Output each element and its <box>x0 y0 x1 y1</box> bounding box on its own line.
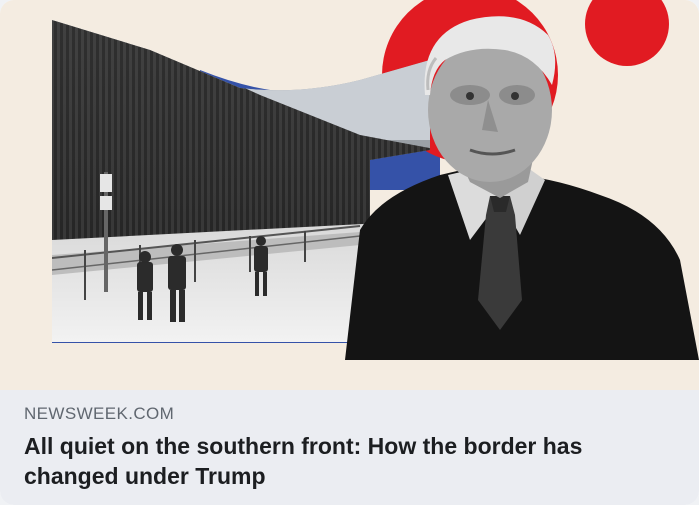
article-headline[interactable]: All quiet on the southern front: How the… <box>24 431 675 491</box>
article-preview-image[interactable] <box>0 0 699 390</box>
link-preview-meta[interactable]: NEWSWEEK.COM All quiet on the southern f… <box>0 390 699 505</box>
link-preview-card[interactable]: NEWSWEEK.COM All quiet on the southern f… <box>0 0 699 505</box>
source-domain: NEWSWEEK.COM <box>24 404 175 423</box>
